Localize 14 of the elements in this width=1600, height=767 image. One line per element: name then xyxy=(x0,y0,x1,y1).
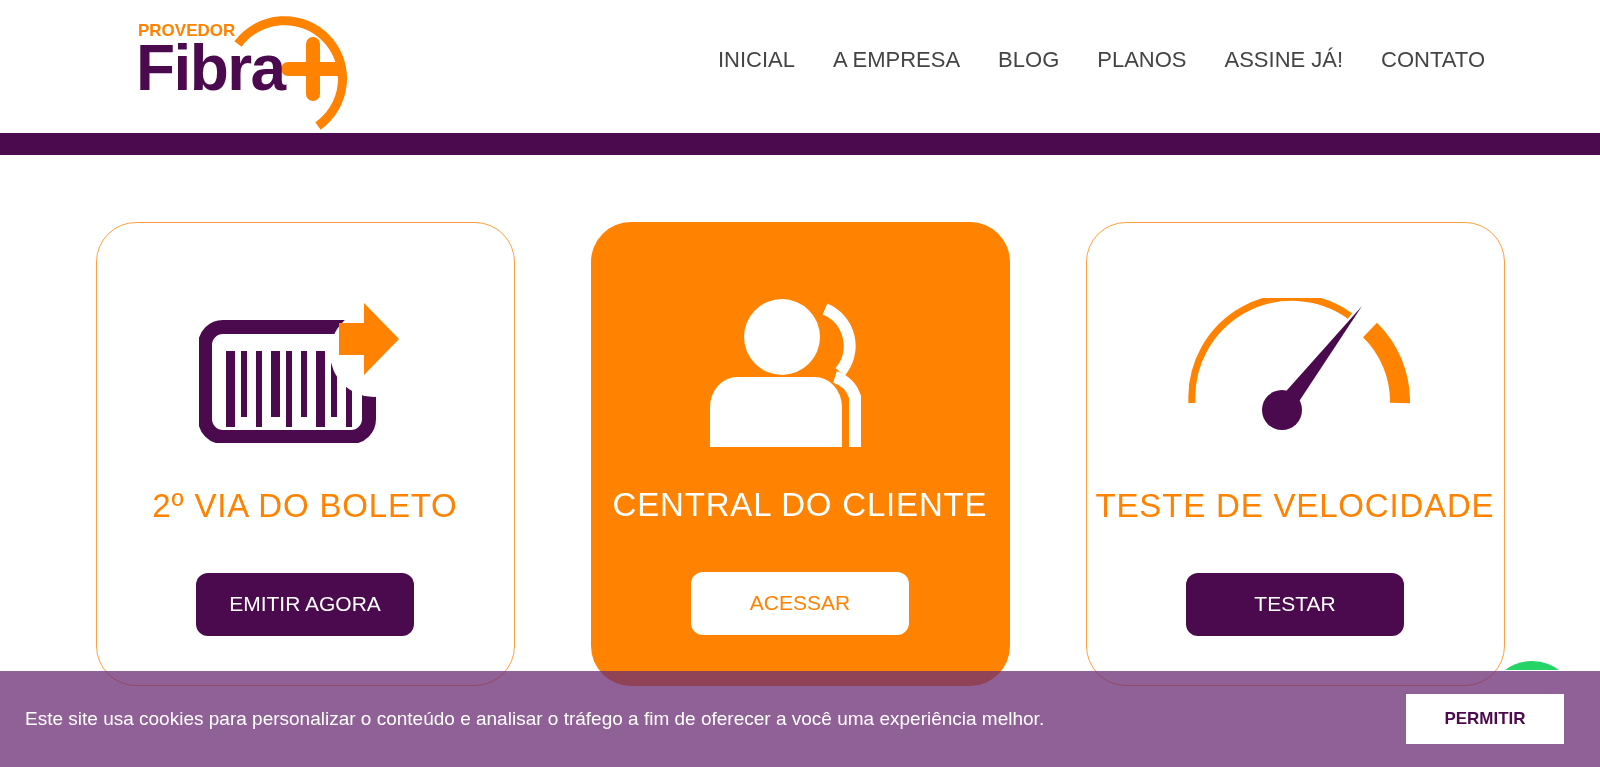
nav-link[interactable]: A EMPRESA xyxy=(832,43,961,76)
nav-link[interactable]: BLOG xyxy=(998,43,1060,76)
cookie-message: Este site usa cookies para personalizar o conteúdo e analisar o tráfego a fim de oferecer a você uma experiência melhor. xyxy=(25,706,1045,731)
card-title: CENTRAL DO CLIENTE xyxy=(612,485,988,525)
card-button[interactable]: TESTAR xyxy=(1186,572,1404,636)
card-title: TESTE DE VELOCIDADE xyxy=(1095,486,1495,526)
card-title: 2º VIA DO BOLETO xyxy=(152,486,458,526)
nav-link[interactable]: PLANOS xyxy=(1097,43,1187,76)
nav-link[interactable]: ASSINE JÁ! xyxy=(1224,43,1344,76)
logo[interactable]: PROVEDOR Fibra xyxy=(138,1,368,132)
nav-link[interactable]: INICIAL xyxy=(717,43,795,76)
permit-button[interactable]: PERMITIR xyxy=(1406,694,1564,744)
card-button[interactable]: EMITIR AGORA xyxy=(196,572,414,636)
nav-link[interactable]: CONTATO xyxy=(1381,43,1485,76)
